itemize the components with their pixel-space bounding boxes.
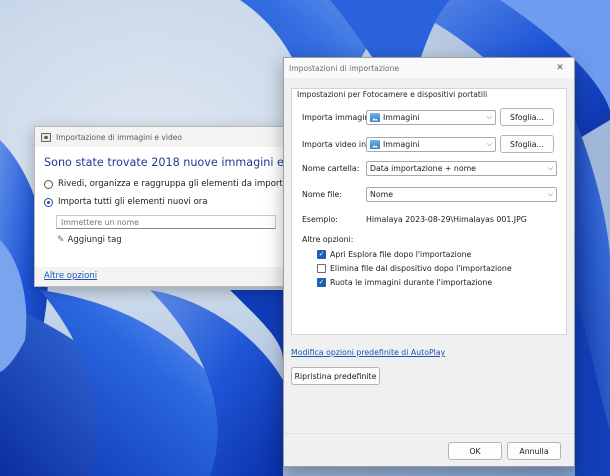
import-progress-window: Importazione di immagini e video Sono st… — [34, 126, 319, 287]
camera-settings-group: Impostazioni per Fotocamere e dispositiv… — [291, 88, 567, 335]
import-images-dropdown[interactable]: Immagini ⌵ — [366, 109, 496, 125]
import-video-label: Importa video in: — [302, 139, 366, 149]
file-name-row: Nome file: Nome ⌵ — [302, 187, 557, 202]
file-name-label: Nome file: — [302, 190, 342, 199]
review-organize-option[interactable]: Rivedi, organizza e raggruppa gli elemen… — [44, 179, 296, 189]
file-name-value: Nome — [370, 190, 393, 199]
file-name-dropdown[interactable]: Nome ⌵ — [366, 187, 557, 202]
import-all-radio-label: Importa tutti gli elementi nuovi ora — [58, 197, 208, 207]
rotate-images-option[interactable]: ✓ Ruota le immagini durante l'importazio… — [317, 278, 492, 287]
cancel-button[interactable]: Annulla — [507, 442, 561, 460]
add-tag-link[interactable]: ✎ Aggiungi tag — [57, 235, 275, 245]
example-label: Esempio: — [302, 215, 338, 224]
import-images-label: Importa immagini in: — [302, 112, 366, 122]
chevron-down-icon: ⌵ — [547, 190, 553, 198]
camera-icon — [41, 132, 51, 142]
browse-video-button[interactable]: Sfoglia... — [500, 135, 554, 153]
rotate-images-checkbox[interactable]: ✓ — [317, 278, 326, 287]
folder-name-value: Data importazione + nome — [370, 164, 476, 173]
cancel-label: Annulla — [519, 446, 549, 456]
other-options-label: Altre opzioni: — [302, 235, 354, 244]
chevron-down-icon: ⌵ — [547, 164, 553, 172]
add-tag-label: Aggiungi tag — [67, 235, 122, 245]
import-images-value: Immagini — [383, 112, 420, 122]
chevron-down-icon: ⌵ — [486, 112, 492, 121]
close-icon[interactable]: ✕ — [554, 62, 566, 74]
review-radio[interactable] — [44, 179, 53, 189]
import-progress-footer: Altre opzioni — [35, 267, 283, 287]
pictures-folder-icon — [370, 139, 380, 149]
rotate-images-label: Ruota le immagini durante l'importazione — [330, 278, 493, 287]
restore-defaults-button[interactable]: Ripristina predefinite — [291, 367, 380, 385]
found-items-headline: Sono state trovate 2018 nuove immagini e… — [44, 156, 319, 169]
import-all-radio[interactable] — [44, 197, 53, 207]
folder-name-row: Nome cartella: Data importazione + nome … — [302, 161, 557, 176]
import-video-dropdown[interactable]: Immagini ⌵ — [366, 136, 496, 152]
group-title: Impostazioni per Fotocamere e dispositiv… — [297, 90, 488, 99]
import-all-option[interactable]: Importa tutti gli elementi nuovi ora — [44, 197, 275, 207]
import-settings-dialog: Impostazioni di importazione ✕ Impostazi… — [283, 57, 575, 467]
tag-icon: ✎ — [57, 235, 65, 245]
folder-name-label: Nome cartella: — [302, 164, 360, 173]
import-settings-title: Impostazioni di importazione — [289, 63, 400, 73]
example-value: Himalaya 2023-08-29\Himalayas 001.JPG — [366, 215, 527, 224]
import-progress-title: Importazione di immagini e video — [56, 132, 182, 142]
autoplay-defaults-link[interactable]: Modifica opzioni predefinite di AutoPlay — [291, 348, 445, 357]
pictures-folder-icon — [370, 112, 380, 122]
browse-images-button[interactable]: Sfoglia... — [500, 108, 554, 126]
group-name-input[interactable] — [56, 215, 276, 229]
browse-video-label: Sfoglia... — [510, 139, 544, 149]
delete-files-label: Elimina file dal dispositivo dopo l'impo… — [330, 264, 512, 273]
open-explorer-label: Apri Esplora file dopo l'importazione — [330, 250, 472, 259]
chevron-down-icon: ⌵ — [486, 139, 492, 148]
folder-name-dropdown[interactable]: Data importazione + nome ⌵ — [366, 161, 557, 176]
delete-files-option[interactable]: Elimina file dal dispositivo dopo l'impo… — [317, 264, 512, 273]
import-progress-titlebar[interactable]: Importazione di immagini e video — [35, 127, 283, 147]
browse-images-label: Sfoglia... — [510, 112, 544, 122]
delete-files-checkbox[interactable] — [317, 264, 326, 273]
import-settings-titlebar[interactable]: Impostazioni di importazione ✕ — [284, 58, 574, 78]
import-video-value: Immagini — [383, 139, 420, 149]
other-options-row: Altre opzioni: — [302, 235, 353, 244]
import-video-row: Importa video in: Immagini ⌵ Sfoglia... — [302, 135, 554, 153]
restore-defaults-label: Ripristina predefinite — [294, 371, 377, 381]
ok-button[interactable]: OK — [448, 442, 502, 460]
ok-label: OK — [469, 446, 481, 456]
open-explorer-option[interactable]: ✓ Apri Esplora file dopo l'importazione — [317, 250, 471, 259]
import-progress-body: Sono state trovate 2018 nuove immagini e… — [35, 147, 319, 267]
more-options-link[interactable]: Altre opzioni — [44, 271, 97, 281]
review-radio-label: Rivedi, organizza e raggruppa gli elemen… — [58, 179, 297, 189]
dialog-footer: OK Annulla — [284, 433, 574, 466]
import-images-row: Importa immagini in: Immagini ⌵ Sfoglia.… — [302, 108, 554, 126]
example-row: Esempio: Himalaya 2023-08-29\Himalayas 0… — [302, 215, 527, 224]
open-explorer-checkbox[interactable]: ✓ — [317, 250, 326, 259]
